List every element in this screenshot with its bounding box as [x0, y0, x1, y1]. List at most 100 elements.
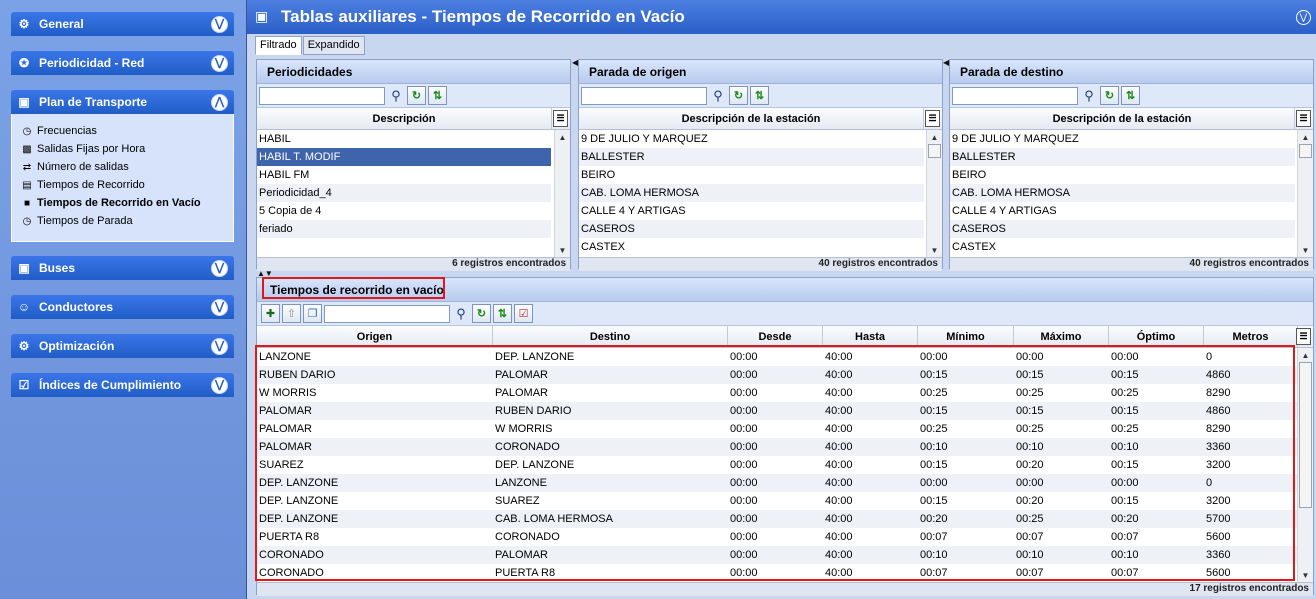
refresh-icon[interactable]: ↻: [407, 86, 426, 105]
sidebar-item-tiempos-parada[interactable]: ◷ Tiempos de Parada: [20, 212, 233, 230]
copy-icon[interactable]: ❐: [303, 304, 322, 323]
refresh-icon[interactable]: ↻: [472, 304, 491, 323]
scroll-up-icon[interactable]: ▲: [927, 130, 942, 144]
sidebar-group-buses-header[interactable]: ▣ Buses ⋁: [11, 256, 234, 280]
list-item[interactable]: CAB. LOMA HERMOSA: [579, 184, 924, 202]
column-menu-icon[interactable]: ☰: [1296, 328, 1311, 345]
search-icon[interactable]: ⚲: [387, 87, 405, 105]
column-header-minimo[interactable]: Mínimo: [918, 326, 1014, 347]
list-item[interactable]: HABIL: [257, 130, 551, 148]
search-icon[interactable]: ⚲: [452, 305, 470, 323]
sidebar-group-conductores-header[interactable]: ☺ Conductores ⋁: [11, 295, 234, 319]
column-menu-icon[interactable]: ☰: [1296, 110, 1311, 127]
table-row[interactable]: DEP. LANZONE LANZONE 00:00 40:00 00:00 00:00 0…: [257, 474, 1298, 492]
sidebar-group-optimizacion-header[interactable]: ⚙ Optimización ⋁: [11, 334, 234, 358]
list-item[interactable]: CASTEX: [950, 238, 1295, 256]
column-header-origen[interactable]: Origen: [257, 326, 493, 347]
table-row[interactable]: DEP. LANZONE SUAREZ 00:00 40:00 00:15 00:20 00…: [257, 492, 1298, 510]
sort-icon[interactable]: ⇅: [493, 304, 512, 323]
refresh-icon[interactable]: ↻: [729, 86, 748, 105]
chevron-down-icon[interactable]: ⋁: [211, 54, 228, 72]
list-item[interactable]: BEIRO: [579, 166, 924, 184]
table-row[interactable]: CORONADO PALOMAR 00:00 40:00 00:10 00:10 00:10…: [257, 546, 1298, 564]
move-up-icon[interactable]: ⇧: [282, 304, 301, 323]
list-item[interactable]: Periodicidad_4: [257, 184, 551, 202]
scroll-thumb[interactable]: [928, 144, 941, 158]
scroll-up-icon[interactable]: ▲: [1298, 130, 1313, 144]
list-item[interactable]: BEIRO: [950, 166, 1295, 184]
list-item[interactable]: CAB. LOMA HERMOSA: [950, 184, 1295, 202]
sidebar-group-general-header[interactable]: ⚙ General ⋁: [11, 12, 234, 36]
sort-icon[interactable]: ⇅: [428, 86, 447, 105]
scrollbar[interactable]: ▲ ▼: [1297, 348, 1313, 582]
list-item[interactable]: CASTEX: [579, 238, 924, 256]
splitter-arrow-icon[interactable]: ◀: [572, 58, 578, 67]
scrollbar[interactable]: ▲ ▼: [554, 130, 570, 257]
list-item[interactable]: BALLESTER: [950, 148, 1295, 166]
list-item[interactable]: CASEROS: [950, 220, 1295, 238]
column-header[interactable]: Descripción: [257, 108, 552, 129]
table-row[interactable]: PALOMAR CORONADO 00:00 40:00 00:10 00:10 00:10…: [257, 438, 1298, 456]
splitter-arrow-icon[interactable]: ◀: [943, 58, 949, 67]
tab-filtrado[interactable]: Filtrado: [255, 36, 302, 55]
scrollbar[interactable]: ▲ ▼: [1297, 130, 1313, 257]
column-header-destino[interactable]: Destino: [493, 326, 728, 347]
sidebar-group-plan-transporte-header[interactable]: ▣ Plan de Transporte ⋀: [11, 90, 234, 114]
list-item[interactable]: 5 Copia de 4: [257, 202, 551, 220]
checklist-icon[interactable]: ☑: [514, 304, 533, 323]
chevron-down-icon[interactable]: ⋁: [211, 298, 228, 316]
sidebar-item-tiempos-recorrido-vacio[interactable]: ■ Tiempos de Recorrido en Vacío: [20, 194, 233, 212]
column-header-maximo[interactable]: Máximo: [1014, 326, 1109, 347]
list-item[interactable]: BALLESTER: [579, 148, 924, 166]
table-row[interactable]: W MORRIS PALOMAR 00:00 40:00 00:25 00:25 00:25…: [257, 384, 1298, 402]
search-input[interactable]: [259, 86, 385, 105]
scroll-down-icon[interactable]: ▼: [1298, 568, 1313, 582]
sort-icon[interactable]: ⇅: [750, 86, 769, 105]
refresh-icon[interactable]: ↻: [1100, 86, 1119, 105]
sidebar-group-indices-header[interactable]: ☑ Índices de Cumplimiento ⋁: [11, 373, 234, 397]
table-row[interactable]: CORONADO PUERTA R8 00:00 40:00 00:07 00:07 00:…: [257, 564, 1298, 582]
search-input[interactable]: [324, 304, 450, 323]
scroll-up-icon[interactable]: ▲: [555, 130, 570, 144]
column-header-metros[interactable]: Metros: [1204, 326, 1298, 347]
list-item-selected[interactable]: HABIL T. MODIF: [257, 148, 551, 166]
table-row[interactable]: PUERTA R8 CORONADO 00:00 40:00 00:07 00:07 00:…: [257, 528, 1298, 546]
list-item[interactable]: 9 DE JULIO Y MARQUEZ: [579, 130, 924, 148]
column-header[interactable]: Descripción de la estación: [950, 108, 1295, 129]
scroll-thumb[interactable]: [1299, 144, 1312, 158]
column-header[interactable]: Descripción de la estación: [579, 108, 924, 129]
list-item[interactable]: CALLE 4 Y ARTIGAS: [579, 202, 924, 220]
scroll-down-icon[interactable]: ▼: [927, 243, 942, 257]
add-row-icon[interactable]: ✚: [261, 304, 280, 323]
chevron-down-icon[interactable]: ⋁: [211, 259, 228, 277]
table-row[interactable]: DEP. LANZONE CAB. LOMA HERMOSA 00:00 40:00 0…: [257, 510, 1298, 528]
scroll-down-icon[interactable]: ▼: [555, 243, 570, 257]
column-header-hasta[interactable]: Hasta: [823, 326, 918, 347]
list-item[interactable]: CASEROS: [579, 220, 924, 238]
table-row[interactable]: PALOMAR RUBEN DARIO 00:00 40:00 00:15 00:15 00…: [257, 402, 1298, 420]
table-row[interactable]: RUBEN DARIO PALOMAR 00:00 40:00 00:15 00:15 00…: [257, 366, 1298, 384]
scroll-thumb[interactable]: [1299, 362, 1312, 508]
list-item[interactable]: feriado: [257, 220, 551, 238]
chevron-up-icon[interactable]: ⋀: [211, 93, 228, 111]
sidebar-item-numero-salidas[interactable]: ⇄ Número de salidas: [20, 158, 233, 176]
chevron-down-icon[interactable]: ⋁: [211, 376, 228, 394]
sidebar-item-salidas-fijas[interactable]: ▩ Salidas Fijas por Hora: [20, 140, 233, 158]
column-menu-icon[interactable]: ☰: [925, 110, 940, 127]
search-input[interactable]: [952, 86, 1078, 105]
tab-expandido[interactable]: Expandido: [302, 36, 365, 55]
search-input[interactable]: [581, 86, 707, 105]
table-row[interactable]: SUAREZ DEP. LANZONE 00:00 40:00 00:15 00:20 00…: [257, 456, 1298, 474]
scroll-up-icon[interactable]: ▲: [1298, 348, 1313, 362]
table-row[interactable]: LANZONE DEP. LANZONE 00:00 40:00 00:00 00:00 0…: [257, 348, 1298, 366]
column-header-desde[interactable]: Desde: [728, 326, 823, 347]
scroll-down-icon[interactable]: ▼: [1298, 243, 1313, 257]
list-item[interactable]: CALLE 4 Y ARTIGAS: [950, 202, 1295, 220]
sidebar-item-tiempos-recorrido[interactable]: ▤ Tiempos de Recorrido: [20, 176, 233, 194]
search-icon[interactable]: ⚲: [709, 87, 727, 105]
column-menu-icon[interactable]: ☰: [553, 110, 568, 127]
collapse-icon[interactable]: ⋁: [1296, 9, 1311, 25]
list-item[interactable]: HABIL FM: [257, 166, 551, 184]
chevron-down-icon[interactable]: ⋁: [211, 337, 228, 355]
scrollbar[interactable]: ▲ ▼: [926, 130, 942, 257]
